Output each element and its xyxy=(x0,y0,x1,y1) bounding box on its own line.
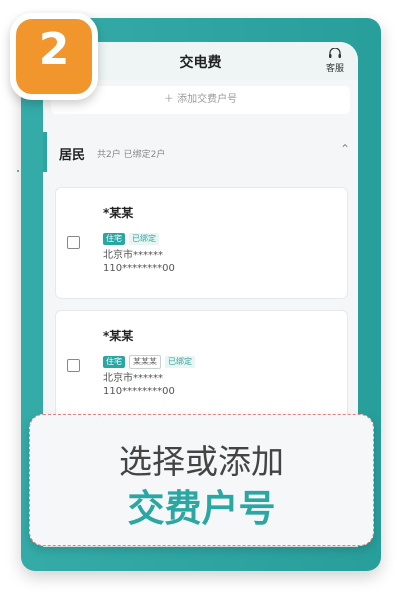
customer-service-button[interactable]: 客服 xyxy=(321,48,349,74)
account-tags: 住宅 已绑定 xyxy=(103,226,163,245)
step-number-badge: 2 xyxy=(10,13,98,100)
callout-line-1: 选择或添加 xyxy=(119,442,284,481)
tag-residence: 住宅 xyxy=(103,233,125,245)
tag-placeholder: 某某某 xyxy=(129,355,161,369)
chevron-up-icon[interactable]: ⌃ xyxy=(340,142,350,156)
section-header-residential[interactable]: 居民 共2户 已绑定2户 ⌃ xyxy=(43,132,358,172)
account-card[interactable]: *某某 住宅 某某某 已绑定 北京市****** 110********00 xyxy=(55,310,348,422)
account-checkbox[interactable] xyxy=(67,359,80,372)
tag-bound: 已绑定 xyxy=(129,233,159,245)
headset-icon xyxy=(329,48,341,58)
section-title: 居民 xyxy=(59,148,86,163)
tag-residence: 住宅 xyxy=(103,356,125,368)
add-account-button[interactable]: ＋ 添加交费户号 xyxy=(51,86,350,114)
account-number: 110********00 xyxy=(103,386,175,397)
add-account-label: ＋ 添加交费户号 xyxy=(163,94,238,105)
account-card[interactable]: *某某 住宅 已绑定 北京市****** 110********00 xyxy=(55,187,348,299)
section-subtitle: 共2户 已绑定2户 xyxy=(97,150,166,160)
account-tags: 住宅 某某某 已绑定 xyxy=(103,349,199,369)
customer-service-label: 客服 xyxy=(325,64,344,74)
callout-line-2: 交费户号 xyxy=(127,487,276,530)
account-name: *某某 xyxy=(103,206,134,220)
account-city: 北京市****** xyxy=(103,373,163,384)
account-name: *某某 xyxy=(103,329,134,343)
step-number: 2 xyxy=(38,24,70,75)
tag-bound: 已绑定 xyxy=(165,356,195,368)
account-city: 北京市****** xyxy=(103,250,163,261)
account-checkbox[interactable] xyxy=(67,236,80,249)
instruction-callout: 选择或添加 交费户号 xyxy=(29,414,374,546)
decorative-dot xyxy=(17,170,19,172)
account-number: 110********00 xyxy=(103,263,175,274)
